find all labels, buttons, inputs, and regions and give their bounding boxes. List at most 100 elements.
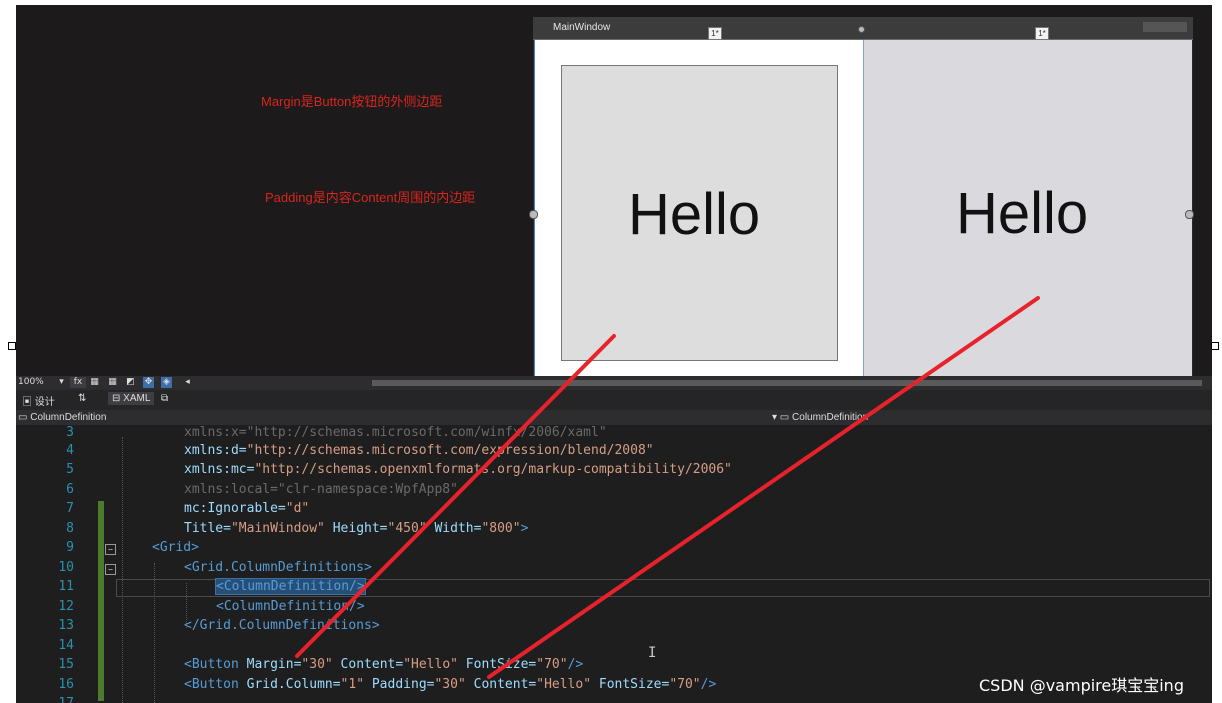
ide-frame: Margin是Button按钮的外侧边距 Padding是内容Content周围…: [16, 5, 1212, 703]
resize-handle[interactable]: [1185, 210, 1194, 219]
code-line[interactable]: 6 xmlns:local="clr-namespace:WpfApp8": [16, 482, 1212, 502]
text-cursor-icon: I: [648, 645, 657, 661]
resize-handle-right[interactable]: [1211, 342, 1219, 350]
attribute-value: "d": [285, 501, 310, 516]
column-width-marker[interactable]: 1*: [708, 27, 722, 40]
element-dropdown-left[interactable]: ▭ ColumnDefinition: [18, 412, 106, 423]
mainwindow-preview[interactable]: MainWindow 1* 1* Hello Hello: [529, 17, 1194, 376]
code-line[interactable]: 3 xmlns:x="http://schemas.microsoft.com/w…: [16, 425, 1212, 445]
line-number: 10: [58, 560, 74, 575]
line-number: 8: [66, 521, 74, 536]
element-dropdown-right[interactable]: ▾ ▭ ColumnDefinition: [772, 412, 868, 423]
attribute-name: xmlns:mc=: [184, 462, 255, 477]
code-line[interactable]: 8 Title="MainWindow" Height="450" Width="…: [16, 521, 1212, 541]
dropdown-icon[interactable]: ▾: [56, 377, 67, 388]
selected-code-text: <ColumnDefinition/>: [215, 578, 366, 595]
attribute-value: "70": [536, 657, 568, 672]
attribute-name: xmlns:d=: [184, 443, 247, 458]
grid-icon[interactable]: ▦: [89, 377, 100, 388]
view-tabs: ▣ 设计 ⇅ ⊟ XAML ⧉: [16, 390, 1212, 410]
line-number: 9: [66, 540, 74, 555]
resize-handle-left[interactable]: [8, 342, 16, 350]
hello-button-margin[interactable]: Hello: [561, 65, 838, 361]
code-line[interactable]: 10 <Grid.ColumnDefinitions>: [16, 560, 1212, 580]
xaml-designer[interactable]: Margin是Button按钮的外侧边距 Padding是内容Content周围…: [16, 5, 1212, 376]
code-line[interactable]: 17: [16, 696, 1212, 703]
tab-xaml[interactable]: ⊟ XAML: [108, 392, 155, 405]
attribute-name: Width=: [426, 521, 482, 536]
snap-grid-icon[interactable]: ▦: [107, 377, 118, 388]
line-number: 4: [66, 443, 74, 458]
code-text: <Grid.ColumnDefinitions>: [184, 560, 372, 575]
attribute-value: "70": [669, 677, 701, 692]
hello-button-padding[interactable]: Hello: [863, 40, 1192, 376]
code-text: </Grid.ColumnDefinitions>: [184, 618, 380, 633]
tab-design[interactable]: ▣ 设计: [22, 393, 55, 408]
zoom-level[interactable]: 100%: [18, 377, 44, 387]
code-line[interactable]: 11 <ColumnDefinition/>: [16, 578, 1212, 599]
attribute-value: "800": [481, 521, 521, 536]
line-number: 6: [66, 482, 74, 497]
tag-end: />: [567, 657, 584, 672]
window-title: MainWindow: [553, 22, 611, 33]
nav-right-label: ColumnDefinition: [792, 412, 869, 423]
line-number: 12: [58, 599, 74, 614]
code-line[interactable]: 7 mc:Ignorable="d": [16, 501, 1212, 521]
margin-annotation: Margin是Button按钮的外侧边距: [261, 94, 443, 109]
tag-name: <Button: [184, 677, 239, 692]
snap-lines-icon[interactable]: ✥: [143, 377, 154, 388]
line-number: 16: [58, 677, 74, 692]
tag-name: <Button: [184, 657, 239, 672]
attribute-name: Height=: [324, 521, 388, 536]
button-content: Hello: [628, 182, 761, 247]
attribute-name: FontSize=: [457, 657, 537, 672]
tag-end: />: [700, 677, 717, 692]
code-text: <ColumnDefinition/>: [216, 599, 365, 614]
code-line[interactable]: 13 </Grid.ColumnDefinitions>: [16, 618, 1212, 638]
horizontal-scrollbar[interactable]: [372, 380, 1202, 386]
line-number: 17: [36, 696, 74, 703]
code-line[interactable]: 4 xmlns:d="http://schemas.microsoft.com/e…: [16, 443, 1212, 463]
code-line[interactable]: 5 xmlns:mc="http://schemas.openxmlformats…: [16, 462, 1212, 482]
attribute-name: Title=: [184, 521, 231, 536]
attribute-value: "30": [434, 677, 466, 692]
attribute-name: xmlns:local=: [184, 482, 278, 497]
attribute-value: "clr-namespace:WpfApp8": [277, 482, 458, 497]
attribute-name: FontSize=: [591, 677, 670, 692]
attribute-value: "1": [340, 677, 365, 692]
code-line[interactable]: 12 <ColumnDefinition/>: [16, 599, 1212, 619]
resize-handle[interactable]: [529, 210, 538, 219]
attribute-value: "450": [387, 521, 427, 536]
grid-splitter-handle[interactable]: [858, 26, 865, 33]
code-line[interactable]: 9 <Grid>: [16, 540, 1212, 560]
attribute-value: "MainWindow": [230, 521, 325, 536]
tab-design-label: 设计: [34, 397, 55, 408]
attribute-value: "30": [301, 657, 333, 672]
scroll-left-icon[interactable]: ◂: [182, 377, 193, 388]
code-line[interactable]: 14: [16, 638, 1212, 658]
tab-xaml-label: XAML: [123, 393, 151, 404]
line-number: 3: [66, 425, 74, 440]
designer-toolbar: 100% ▾ fx ▦ ▦ ◩ ✥ ◈ ◂: [16, 376, 1212, 390]
window-controls: [1143, 22, 1187, 32]
line-number: 5: [66, 462, 74, 477]
code-text: xmlns:x="http://schemas.microsoft.com/wi…: [184, 425, 607, 440]
line-number: 11: [58, 579, 74, 594]
swap-panes-button[interactable]: ⇅: [78, 393, 86, 404]
column-width-marker[interactable]: 1*: [1035, 27, 1049, 40]
attribute-name: Margin=: [238, 657, 302, 672]
tag-end: >: [520, 521, 529, 536]
xaml-code-editor[interactable]: − − 3 xmlns:x="http://schemas.microsoft.c…: [16, 425, 1212, 703]
attribute-value: "http://schemas.microsoft.com/expression…: [246, 443, 654, 458]
effects-icon[interactable]: ◈: [161, 377, 172, 388]
navigation-bar: ▭ ColumnDefinition ▾ ▭ ColumnDefinition: [16, 410, 1212, 426]
attribute-name: Content=: [465, 677, 537, 692]
attribute-value: "Hello": [536, 677, 592, 692]
artboard-icon[interactable]: ◩: [125, 377, 136, 388]
grid-client-area[interactable]: Hello Hello: [534, 40, 1192, 376]
padding-annotation: Padding是内容Content周围的内边距: [265, 190, 476, 205]
fx-icon[interactable]: fx: [70, 377, 86, 388]
attribute-name: Padding=: [364, 677, 435, 692]
popout-icon[interactable]: ⧉: [161, 393, 168, 404]
code-text: <Grid>: [152, 540, 199, 555]
